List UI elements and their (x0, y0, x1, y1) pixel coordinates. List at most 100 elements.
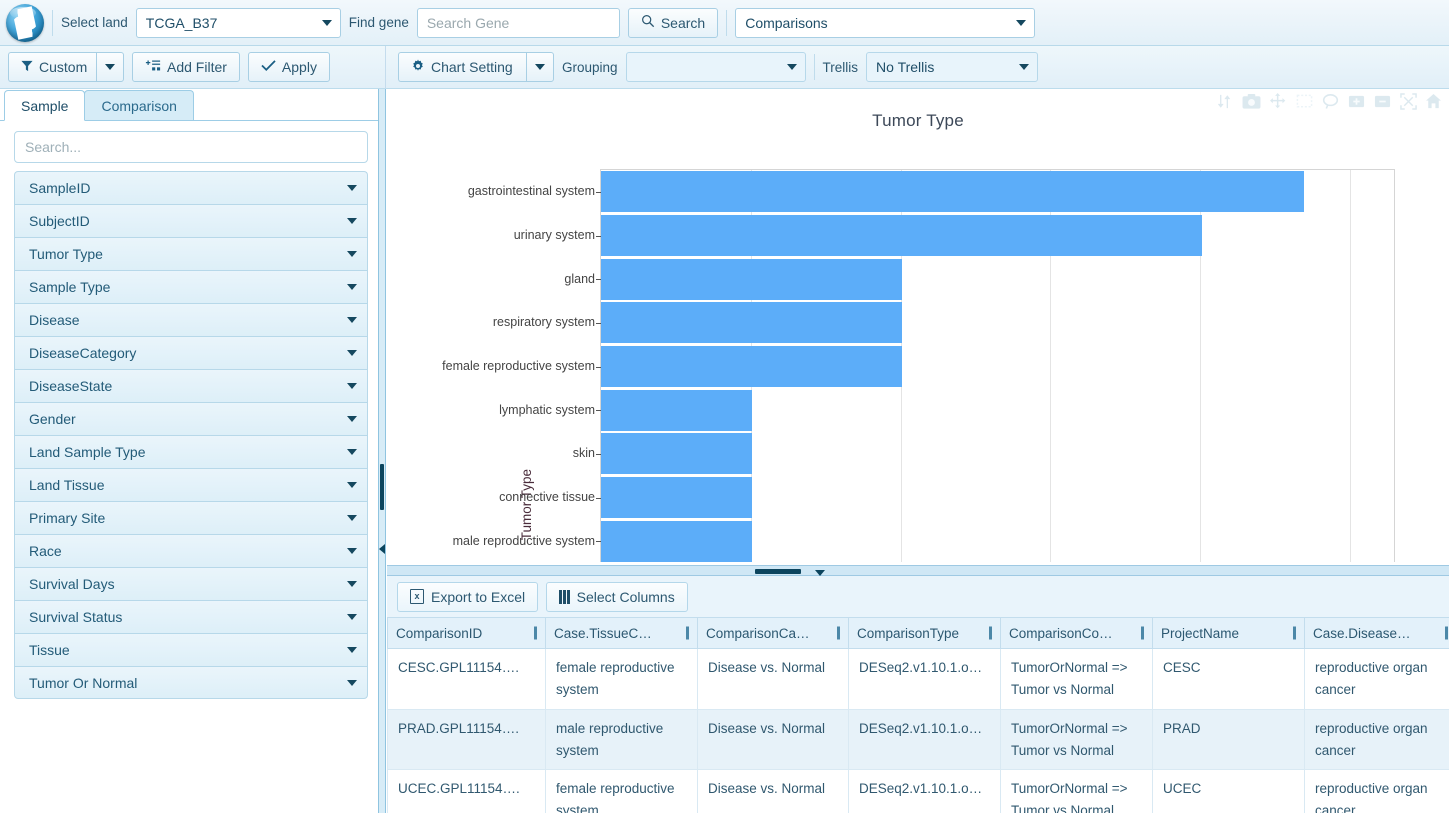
splitter-collapse-arrow-icon[interactable] (379, 544, 385, 554)
bar[interactable] (601, 258, 903, 300)
plot-area[interactable]: gastrointestinal system urinary system gla… (442, 169, 1395, 562)
pan-icon[interactable] (1270, 93, 1287, 110)
autoscale-icon[interactable] (1400, 93, 1417, 110)
tab-sample[interactable]: Sample (4, 90, 86, 121)
filter-item-disease[interactable]: Disease (14, 303, 368, 336)
divider (52, 9, 53, 36)
column-menu-icon[interactable] (686, 626, 689, 640)
table-column-header[interactable]: ProjectName (1152, 617, 1305, 649)
filter-item-diseasecategory[interactable]: DiseaseCategory (14, 336, 368, 369)
filter-item-primary-site[interactable]: Primary Site (14, 501, 368, 534)
table-column-header[interactable]: ComparisonCa… (697, 617, 849, 649)
table-cell: PRAD (1152, 708, 1305, 771)
table-row[interactable]: CESC.GPL11154…. female reproductive syste… (387, 648, 1449, 710)
table-cell: reproductive organ cancer (1304, 769, 1449, 813)
chevron-down-icon (347, 251, 357, 257)
chart-setting-dropdown-toggle[interactable] (526, 52, 554, 82)
chart-setting-button[interactable]: Chart Setting (398, 52, 526, 82)
chevron-down-icon (321, 19, 332, 26)
filter-item-race[interactable]: Race (14, 534, 368, 567)
splitter-grip[interactable] (380, 464, 384, 510)
table-row[interactable]: UCEC.GPL11154…. female reproductive syste… (387, 769, 1449, 813)
filter-item-sampleid[interactable]: SampleID (14, 171, 368, 204)
column-menu-icon[interactable] (1141, 626, 1144, 640)
column-menu-icon[interactable] (1293, 626, 1296, 640)
filter-item-tissue[interactable]: Tissue (14, 633, 368, 666)
column-menu-icon[interactable] (1445, 626, 1448, 640)
table-column-header[interactable]: ComparisonType (848, 617, 1001, 649)
filter-field-list: SampleID SubjectID Tumor Type Sample Type Di… (0, 171, 380, 699)
vertical-splitter[interactable] (378, 89, 386, 813)
filter-item-gender[interactable]: Gender (14, 402, 368, 435)
trellis-select[interactable]: No Trellis (866, 52, 1039, 82)
chart-setting-split-button[interactable]: Chart Setting (398, 52, 554, 82)
table-column-header[interactable]: ComparisonCo… (1000, 617, 1153, 649)
add-filter-button[interactable]: Add Filter (132, 52, 240, 82)
comparisons-select[interactable]: Comparisons (735, 7, 1036, 38)
horizontal-splitter[interactable] (387, 565, 1449, 576)
chevron-down-icon (347, 383, 357, 389)
chevron-down-icon (347, 218, 357, 224)
land-select[interactable]: TCGA_B37 (135, 7, 341, 38)
table-cell: reproductive organ cancer (1304, 648, 1449, 710)
zoom-out-icon[interactable] (1374, 93, 1391, 110)
column-menu-icon[interactable] (837, 626, 840, 640)
filter-item-label: Primary Site (29, 510, 106, 526)
table-row[interactable]: PRAD.GPL11154…. male reproductive system D… (387, 708, 1449, 771)
bar[interactable] (601, 215, 1202, 256)
camera-icon[interactable] (1242, 93, 1261, 110)
column-menu-icon[interactable] (534, 626, 537, 640)
bar-row: male reproductive system (453, 520, 1395, 562)
table-cell: TumorOrNormal => Tumor vs Normal (1000, 708, 1153, 771)
apply-button[interactable]: Apply (247, 52, 330, 82)
table-cell: Disease vs. Normal (697, 769, 849, 813)
filter-item-sample-type[interactable]: Sample Type (14, 270, 368, 303)
lasso-select-icon[interactable] (1322, 93, 1339, 110)
sidebar-search-input[interactable] (14, 131, 368, 163)
grouping-select[interactable] (625, 52, 806, 82)
bar[interactable] (601, 302, 903, 344)
search-button[interactable]: Search (627, 7, 719, 38)
columns-icon (559, 589, 570, 604)
custom-filter-split-button[interactable]: Custom (8, 52, 124, 82)
custom-filter-dropdown-toggle[interactable] (96, 52, 124, 82)
filter-item-tumor-or-normal[interactable]: Tumor Or Normal (14, 666, 368, 699)
bar[interactable] (601, 520, 753, 562)
table-column-header[interactable]: Case.TissueC… (545, 617, 698, 649)
table-cell: female reproductive system (545, 648, 698, 710)
chevron-down-icon (347, 185, 357, 191)
filter-item-diseasestate[interactable]: DiseaseState (14, 369, 368, 402)
table-column-header[interactable]: Case.Disease… (1304, 617, 1449, 649)
table-body: CESC.GPL11154…. female reproductive syste… (387, 648, 1449, 813)
filter-item-land-sample-type[interactable]: Land Sample Type (14, 435, 368, 468)
filter-item-survival-days[interactable]: Survival Days (14, 567, 368, 600)
filter-item-land-tissue[interactable]: Land Tissue (14, 468, 368, 501)
custom-filter-label: Custom (39, 59, 88, 75)
box-select-icon[interactable] (1296, 93, 1313, 110)
bar[interactable] (601, 346, 903, 387)
column-menu-icon[interactable] (989, 626, 992, 640)
chevron-down-icon (347, 548, 357, 554)
home-icon[interactable] (1426, 93, 1441, 110)
export-to-excel-button[interactable]: x Export to Excel (397, 581, 539, 612)
chevron-down-icon (347, 350, 357, 356)
bar[interactable] (601, 389, 753, 431)
table-column-header[interactable]: ComparisonID (387, 617, 546, 649)
bar-row: female reproductive system (442, 346, 1395, 387)
splitter-grip[interactable] (755, 569, 801, 574)
bar[interactable] (601, 477, 753, 518)
select-columns-button[interactable]: Select Columns (546, 581, 688, 612)
table-cell: CESC (1152, 648, 1305, 710)
bar[interactable] (601, 171, 1304, 213)
gene-search-input[interactable] (416, 7, 620, 38)
sort-updown-icon[interactable] (1216, 93, 1233, 110)
custom-filter-button[interactable]: Custom (8, 52, 96, 82)
table-cell: Disease vs. Normal (697, 648, 849, 710)
chevron-down-icon (347, 515, 357, 521)
filter-item-survival-status[interactable]: Survival Status (14, 600, 368, 633)
bar[interactable] (601, 433, 753, 475)
filter-item-subjectid[interactable]: SubjectID (14, 204, 368, 237)
zoom-in-icon[interactable] (1348, 93, 1365, 110)
filter-item-tumor-type[interactable]: Tumor Type (14, 237, 368, 270)
tab-comparison[interactable]: Comparison (84, 90, 194, 120)
